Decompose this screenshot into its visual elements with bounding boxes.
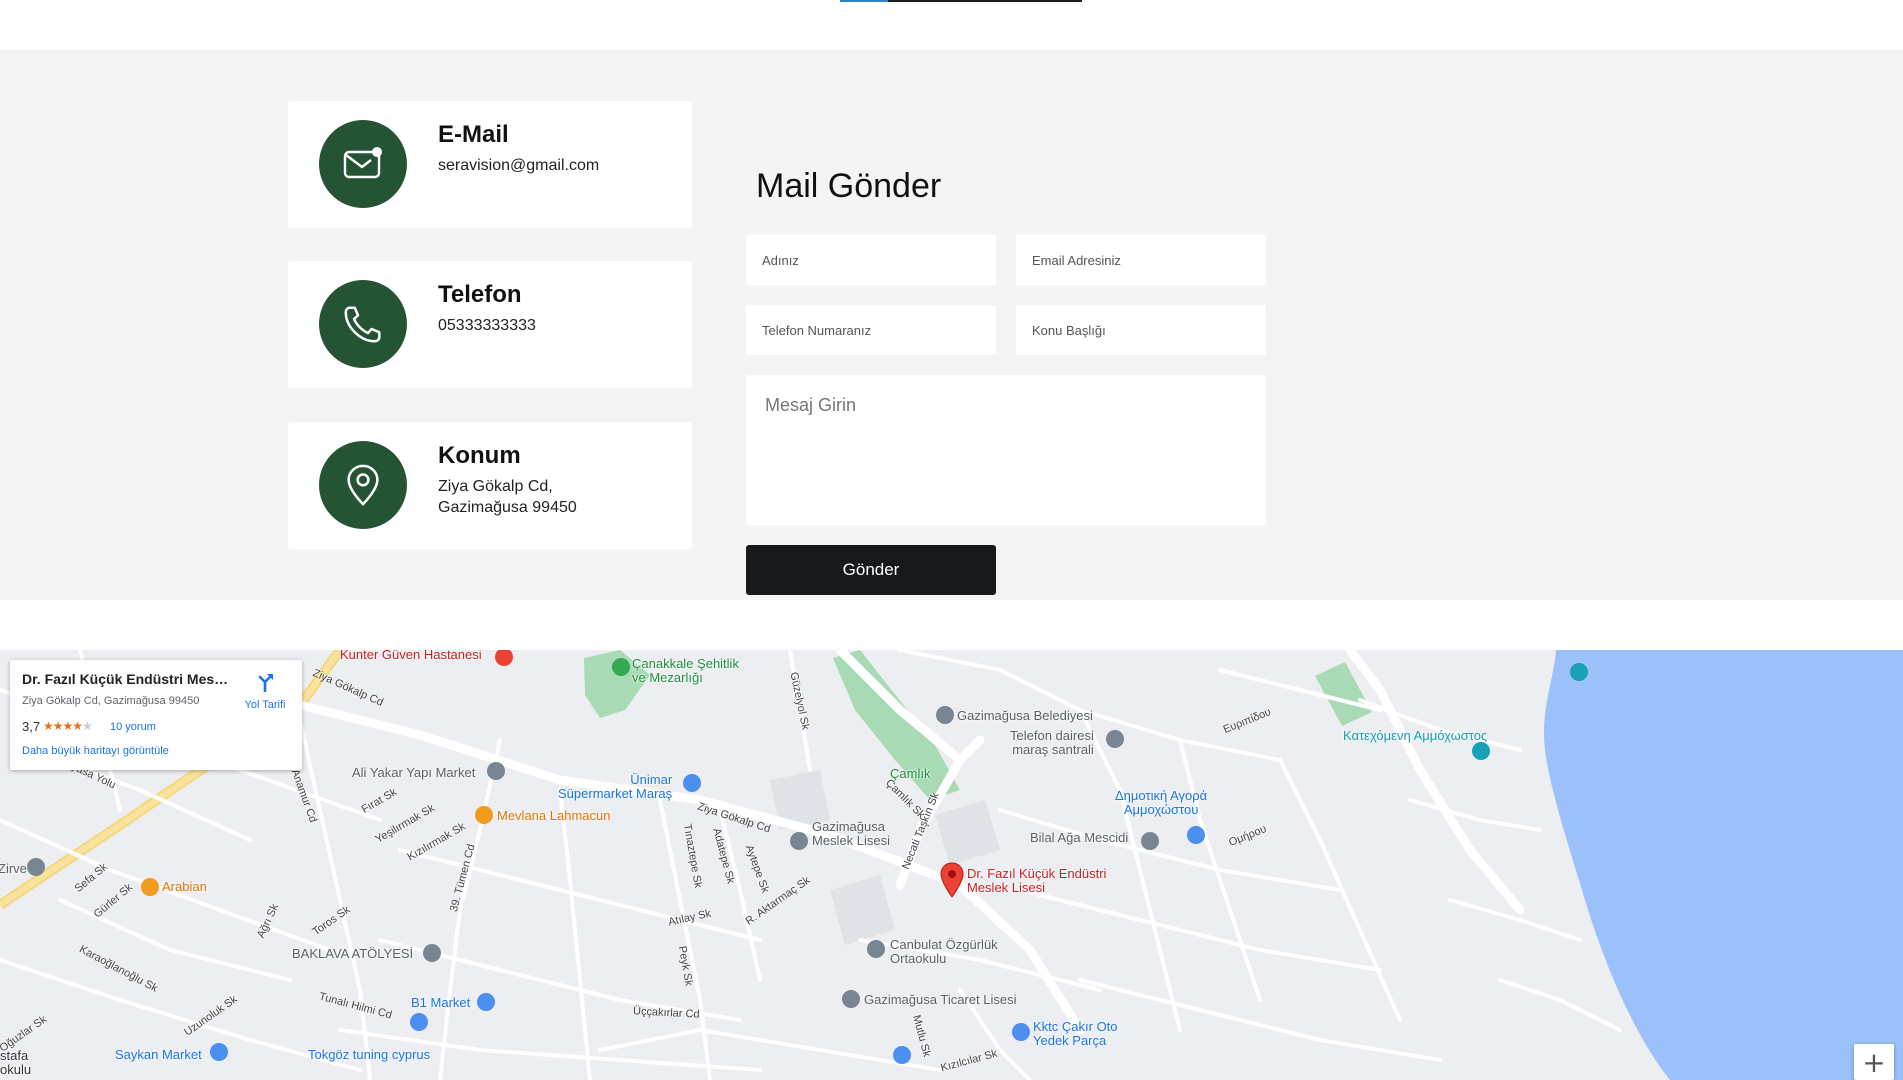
contact-section: E-Mail seravision@gmail.com Telefon 0533… <box>0 50 1903 600</box>
map-label-zirve[interactable]: Zirve <box>0 861 27 876</box>
email-card: E-Mail seravision@gmail.com <box>288 101 692 228</box>
location-line-1: Ziya Gökalp Cd, <box>438 478 553 495</box>
shopping-cart-marker[interactable] <box>1187 826 1205 844</box>
map-label-ticaret[interactable]: Gazimağusa Ticaret Lisesi <box>864 992 1016 1007</box>
map-label-camlik[interactable]: Çamlık <box>890 766 930 781</box>
zoom-in-button[interactable]: + <box>1854 1044 1894 1080</box>
phone-input[interactable] <box>746 305 996 355</box>
reviews-link[interactable]: 10 yorum <box>110 721 156 733</box>
top-strip <box>0 0 1903 50</box>
directions-button[interactable]: Yol Tarifi <box>235 672 295 711</box>
shopping-cart-marker[interactable] <box>410 1013 428 1031</box>
landmark-marker[interactable] <box>1472 742 1490 760</box>
camera-marker[interactable] <box>1570 663 1588 681</box>
map-label-saykan[interactable]: Saykan Market <box>115 1047 202 1062</box>
map-label-ali-yakar[interactable]: Ali Yakar Yapı Market <box>352 765 475 780</box>
hardware-store-marker[interactable] <box>487 762 505 780</box>
place-marker[interactable] <box>423 944 441 962</box>
name-input[interactable] <box>746 235 996 285</box>
section-spacer <box>0 600 1903 650</box>
location-address: Ziya Gökalp Cd, Gazimağusa 99450 <box>438 476 678 518</box>
map-pin-icon <box>319 441 407 529</box>
phone-value[interactable]: 05333333333 <box>438 315 536 336</box>
place-name: Dr. Fazıl Küçük Endüstri Mesleki Lisesi <box>22 671 232 687</box>
map-label-gazimagusa-lisesi[interactable]: Gazimağusa Meslek Lisesi <box>812 820 890 848</box>
place-address: Ziya Gökalp Cd, Gazimağusa 99450 <box>22 695 200 707</box>
school-marker[interactable] <box>867 940 885 958</box>
map-label-bilal-aga[interactable]: Bilal Ağa Mescidi <box>1030 830 1128 845</box>
phone-card: Telefon 05333333333 <box>288 261 692 388</box>
location-card: Konum Ziya Gökalp Cd, Gazimağusa 99450 <box>288 422 692 549</box>
school-marker[interactable] <box>790 832 808 850</box>
map-label-katexomeni[interactable]: Κατεχόμενη Αμμόχωστος <box>1343 728 1487 743</box>
map-label-selected[interactable]: Dr. Fazıl Küçük Endüstri Meslek Lisesi <box>967 867 1106 895</box>
map-label-unimar[interactable]: Ünimar Süpermarket Maraş <box>558 773 672 801</box>
rating-stars-icon: ★★★★★ <box>43 719 93 733</box>
email-title: E-Mail <box>438 121 509 148</box>
phone-title: Telefon <box>438 281 522 308</box>
map-label-dimotiki[interactable]: Δημοτική Αγορά Αμμοχώστου <box>1115 789 1207 817</box>
cemetery-marker[interactable] <box>612 658 630 676</box>
message-textarea[interactable] <box>746 375 1266 525</box>
form-title: Mail Gönder <box>756 167 942 205</box>
map-label-telefon-dairesi[interactable]: Telefon dairesi maraş santrali <box>1010 729 1094 757</box>
telecom-marker[interactable] <box>1106 730 1124 748</box>
map-label-canakkale[interactable]: Çanakkale Şehitlik ve Mezarlığı <box>632 657 739 685</box>
email-input[interactable] <box>1016 235 1266 285</box>
mosque-marker[interactable] <box>1141 832 1159 850</box>
map-label-kunter[interactable]: Kunter Güven Hastanesi <box>340 650 482 662</box>
school-marker[interactable] <box>842 990 860 1008</box>
car-parts-marker[interactable] <box>1012 1023 1030 1041</box>
map-label-belediye[interactable]: Gazimağusa Belediyesi <box>957 708 1093 723</box>
selected-location-pin-icon[interactable] <box>940 862 964 898</box>
phone-icon <box>319 280 407 368</box>
directions-label: Yol Tarifi <box>244 699 286 711</box>
mail-icon <box>319 120 407 208</box>
top-divider-accent <box>840 0 888 2</box>
shopping-cart-marker[interactable] <box>893 1046 911 1064</box>
map-place-card: Dr. Fazıl Küçük Endüstri Mesleki Lisesi … <box>10 660 302 770</box>
larger-map-link[interactable]: Daha büyük haritayı görüntüle <box>22 745 169 757</box>
map-label-b1-market[interactable]: B1 Market <box>411 995 470 1010</box>
email-value[interactable]: seravision@gmail.com <box>438 155 599 176</box>
map-label-baklava[interactable]: BAKLAVA ATÖLYESİ <box>292 946 413 961</box>
shopping-cart-marker[interactable] <box>477 993 495 1011</box>
shopping-cart-marker[interactable] <box>683 774 701 792</box>
government-marker[interactable] <box>936 706 954 724</box>
shopping-cart-marker[interactable] <box>210 1043 228 1061</box>
subject-input[interactable] <box>1016 305 1266 355</box>
restaurant-marker[interactable] <box>475 806 493 824</box>
map-label-kktc[interactable]: Kktc Çakır Oto Yedek Parça <box>1033 1020 1118 1048</box>
restaurant-marker[interactable] <box>141 878 159 896</box>
map-label-canbulat[interactable]: Canbulat Özgürlük Ortaokulu <box>890 938 998 966</box>
embedded-map[interactable]: Kunter Güven Hastanesi Çanakkale Şehitli… <box>0 650 1903 1080</box>
location-title: Konum <box>438 442 521 469</box>
submit-button[interactable]: Gönder <box>746 545 996 595</box>
map-label-arabian[interactable]: Arabian <box>162 879 207 894</box>
map-label-tokgoz[interactable]: Tokgöz tuning cyprus <box>308 1047 430 1062</box>
location-line-2: Gazimağusa 99450 <box>438 499 577 516</box>
place-marker[interactable] <box>27 858 45 876</box>
map-label-mevlana[interactable]: Mevlana Lahmacun <box>497 808 610 823</box>
directions-icon <box>258 674 273 693</box>
place-rating: 3,7 <box>22 719 41 734</box>
